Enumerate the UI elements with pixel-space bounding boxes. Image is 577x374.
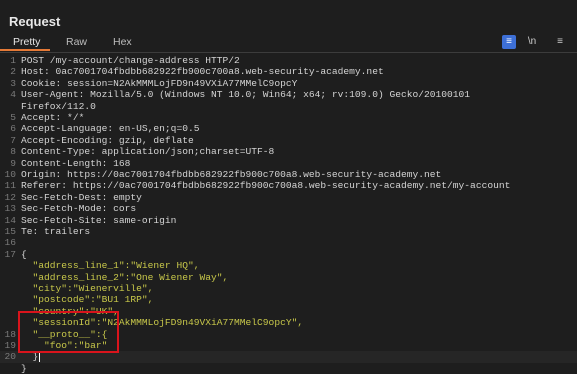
code-line[interactable]: "postcode":"BU1 1RP", [0, 294, 577, 305]
line-text: Content-Length: 168 [21, 157, 131, 169]
line-number: 14 [4, 214, 16, 226]
code-line[interactable]: 8 Content-Type: application/json;charset=… [0, 146, 577, 157]
line-text: Content-Type: application/json;charset=U… [21, 146, 275, 158]
line-text: Cookie: session=N2AkMMMLojFD9n49VXiA77MM… [21, 77, 298, 89]
code-line[interactable]: 13 Sec-Fetch-Mode: cors [0, 203, 577, 214]
line-text: Host: 0ac7001704fbdbb682922fb900c700a8.w… [21, 66, 384, 78]
tab-raw[interactable]: Raw [66, 36, 87, 48]
line-text: User-Agent: Mozilla/5.0 (Windows NT 10.0… [21, 89, 471, 101]
menu-icon[interactable]: ≡ [554, 35, 566, 49]
text-cursor [39, 352, 41, 363]
line-number: 20 [4, 351, 16, 363]
code-line[interactable]: "address_line_1":"Wiener HQ", [0, 260, 577, 271]
highlight-box [18, 311, 119, 353]
code-line[interactable]: 16 [0, 237, 577, 248]
code-line[interactable]: 2 Host: 0ac7001704fbdbb682922fb900c700a8.… [0, 66, 577, 77]
line-number: 9 [10, 157, 16, 169]
line-number: 15 [4, 226, 16, 237]
code-line[interactable]: 9 Content-Length: 168 [0, 158, 577, 169]
line-number: 6 [10, 123, 16, 135]
active-tab-indicator [0, 49, 50, 51]
code-line[interactable]: 12 Sec-Fetch-Dest: empty [0, 192, 577, 203]
code-line[interactable]: 11 Referer: https://0ac7001704fbdbb682922… [0, 180, 577, 191]
line-number: 13 [4, 203, 16, 215]
show-newlines-button[interactable]: \n [525, 35, 539, 49]
code-line[interactable]: 20 } [0, 351, 577, 363]
line-number: 10 [4, 169, 16, 180]
line-number: 4 [10, 89, 16, 101]
line-text: Sec-Fetch-Dest: empty [21, 191, 142, 203]
line-number: 3 [10, 77, 16, 89]
line-text: Accept: */* [21, 112, 85, 123]
panel-title: Request [9, 14, 61, 29]
tab-hex[interactable]: Hex [113, 36, 132, 48]
line-number: 5 [10, 112, 16, 123]
code-line[interactable]: "address_line_2":"One Wiener Way", [0, 272, 577, 283]
code-line[interactable]: Firefox/112.0 [0, 101, 577, 112]
line-number: 17 [4, 248, 16, 260]
line-text: "address_line_1":"Wiener HQ", [21, 260, 200, 272]
line-text: Origin: https://0ac7001704fbdbb682922fb9… [21, 169, 442, 180]
line-number: 2 [10, 66, 16, 78]
line-text: "postcode":"BU1 1RP", [21, 294, 154, 306]
code-line[interactable]: 14 Sec-Fetch-Site: same-origin [0, 215, 577, 226]
line-text: { [21, 248, 27, 260]
line-number: 7 [10, 134, 16, 146]
line-number: 16 [4, 237, 16, 249]
line-text: Firefox/112.0 [21, 100, 96, 112]
line-number: 8 [10, 146, 16, 158]
line-text: Te: trailers [21, 226, 91, 237]
code-line[interactable]: 7 Accept-Encoding: gzip, deflate [0, 135, 577, 146]
line-text: Sec-Fetch-Site: same-origin [21, 214, 177, 226]
line-text: Sec-Fetch-Mode: cors [21, 203, 137, 215]
line-number: 12 [4, 191, 16, 203]
line-text: } [21, 362, 27, 374]
line-text: Accept-Encoding: gzip, deflate [21, 134, 194, 146]
tab-bar: Pretty Raw Hex [0, 34, 577, 53]
line-text: "address_line_2":"One Wiener Way", [21, 271, 229, 283]
line-number: 1 [10, 55, 16, 66]
tab-pretty[interactable]: Pretty [13, 36, 40, 48]
code-line[interactable]: 15 Te: trailers [0, 226, 577, 237]
code-line[interactable]: 3 Cookie: session=N2AkMMMLojFD9n49VXiA77M… [0, 78, 577, 89]
line-text: "city":"Wienerville", [21, 283, 154, 294]
word-wrap-icon[interactable]: ≡ [502, 35, 516, 49]
code-line[interactable]: 1 POST /my-account/change-address HTTP/2 [0, 55, 577, 66]
line-number: 18 [4, 328, 16, 340]
code-line[interactable]: } [0, 363, 577, 374]
line-text: } [21, 351, 39, 363]
code-line[interactable]: 17 { [0, 249, 577, 260]
line-text: Referer: https://0ac7001704fbdbb682922fb… [21, 180, 511, 192]
line-text: Accept-Language: en-US,en;q=0.5 [21, 123, 200, 135]
line-number: 11 [4, 180, 16, 192]
line-number: 19 [4, 340, 16, 351]
code-line[interactable]: 4 User-Agent: Mozilla/5.0 (Windows NT 10.… [0, 89, 577, 100]
code-line[interactable]: 6 Accept-Language: en-US,en;q=0.5 [0, 123, 577, 134]
line-text: POST /my-account/change-address HTTP/2 [21, 55, 240, 66]
code-line[interactable]: 5 Accept: */* [0, 112, 577, 123]
code-line[interactable]: 10 Origin: https://0ac7001704fbdbb682922f… [0, 169, 577, 180]
code-line[interactable]: "city":"Wienerville", [0, 283, 577, 294]
